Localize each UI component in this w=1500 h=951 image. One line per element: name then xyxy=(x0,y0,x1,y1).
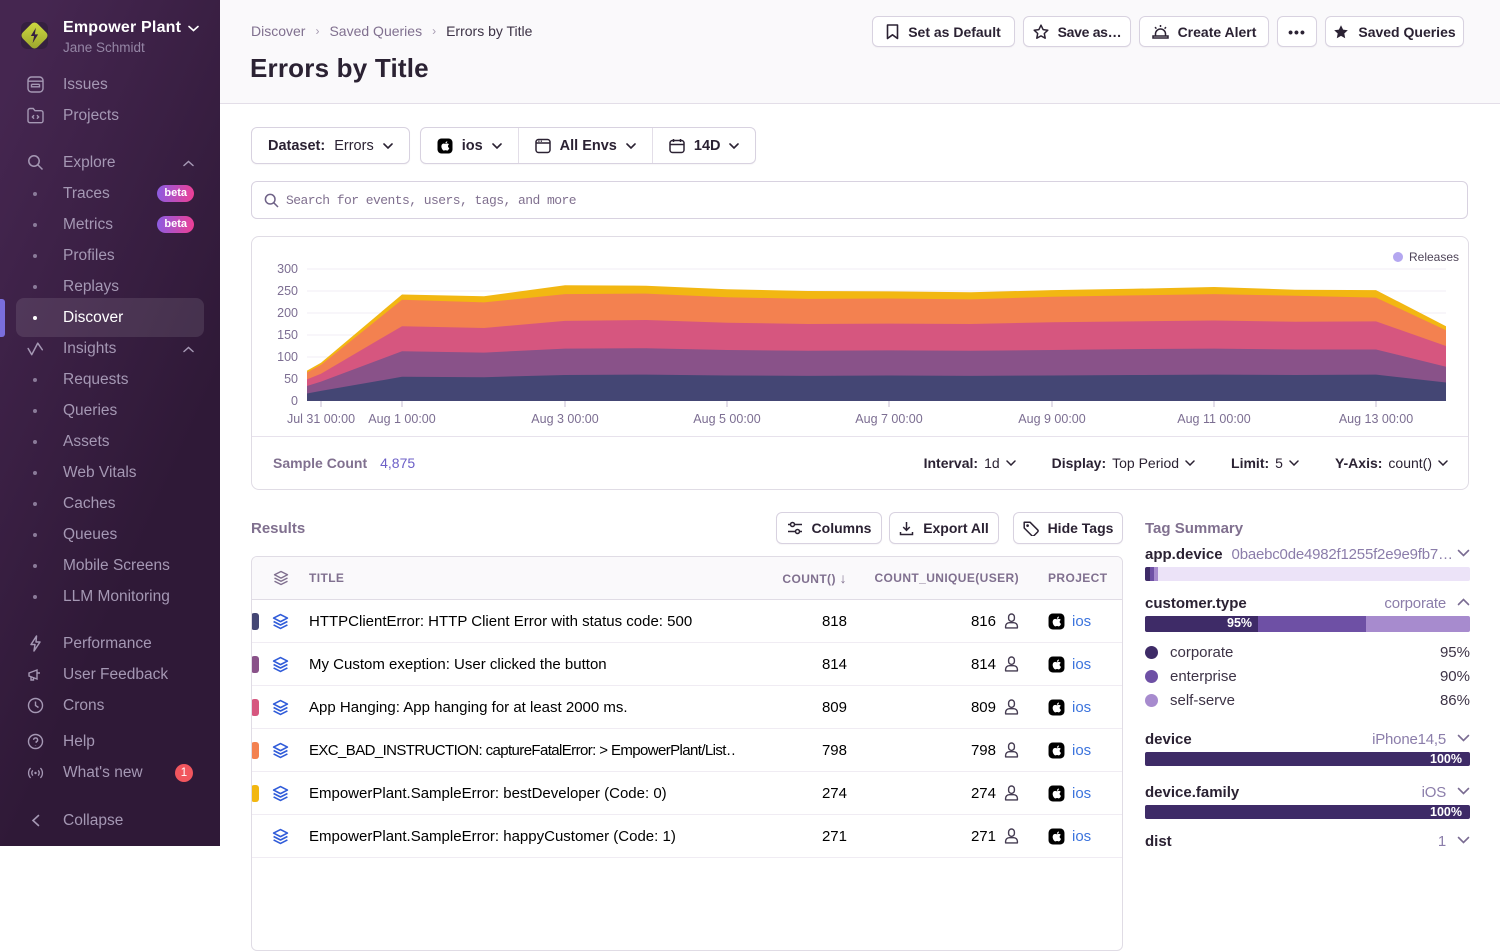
svg-text:300: 300 xyxy=(277,262,298,276)
svg-text:200: 200 xyxy=(277,306,298,320)
svg-text:0: 0 xyxy=(291,394,298,408)
svg-text:Aug 13 00:00: Aug 13 00:00 xyxy=(1339,412,1413,426)
svg-text:150: 150 xyxy=(277,328,298,342)
svg-text:Aug 7 00:00: Aug 7 00:00 xyxy=(855,412,922,426)
svg-text:250: 250 xyxy=(277,284,298,298)
svg-text:Aug 5 00:00: Aug 5 00:00 xyxy=(693,412,760,426)
svg-text:Releases: Releases xyxy=(1409,250,1459,264)
svg-text:50: 50 xyxy=(284,372,298,386)
svg-text:100: 100 xyxy=(277,350,298,364)
svg-text:Aug 1 00:00: Aug 1 00:00 xyxy=(368,412,435,426)
svg-text:Aug 3 00:00: Aug 3 00:00 xyxy=(531,412,598,426)
svg-text:Aug 11 00:00: Aug 11 00:00 xyxy=(1177,412,1250,426)
svg-text:Aug 9 00:00: Aug 9 00:00 xyxy=(1018,412,1085,426)
svg-text:Jul 31 00:00: Jul 31 00:00 xyxy=(287,412,355,426)
